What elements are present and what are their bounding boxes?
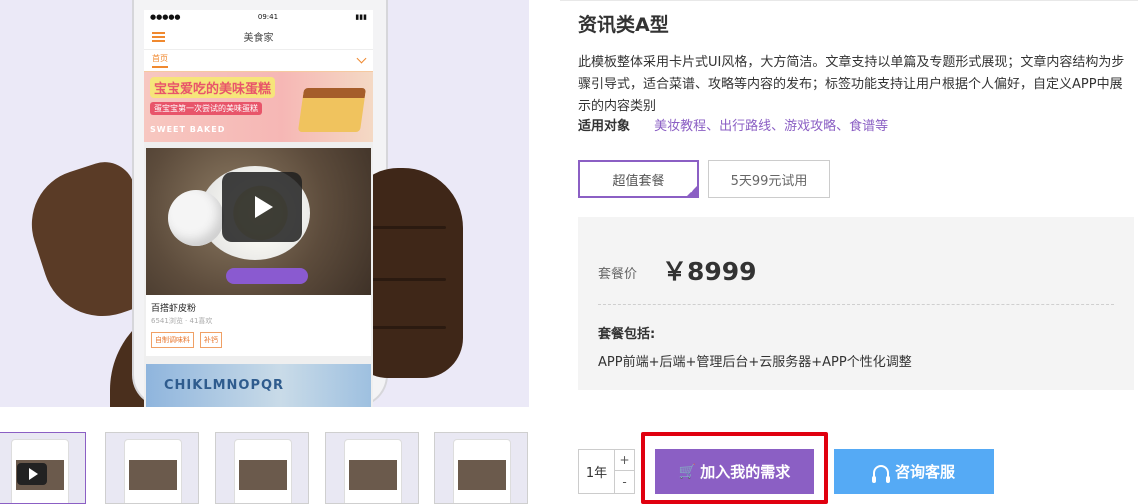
video-thumbnail (146, 148, 371, 295)
headset-icon (871, 464, 890, 483)
card-tag: 自制调味料 (151, 332, 194, 348)
price-value: ￥8999 (662, 257, 757, 286)
applies-value: 美妆教程、出行路线、游戏攻略、食谱等 (654, 119, 889, 134)
card-meta: 6541浏览 · 41喜欢 (151, 317, 213, 325)
thumbnail-image (344, 439, 402, 503)
menu-icon (152, 32, 165, 42)
applies-label: 适用对象 (578, 119, 631, 134)
card-title: 百搭虾皮粉 (151, 304, 197, 314)
product-title: 资讯类A型 (578, 14, 669, 36)
price-panel: 套餐价 ￥8999 套餐包括: APP前端+后端+管理后台+云服务器+APP个性… (578, 217, 1134, 390)
package-option-trial[interactable]: 5天99元试用 (708, 160, 830, 198)
cake-image (297, 88, 367, 132)
thumbnail[interactable] (105, 432, 199, 504)
divider (560, 0, 1138, 1)
add-button-label: 加入我的需求 (700, 463, 791, 481)
thumbnail[interactable] (325, 432, 419, 504)
package-option-label: 5天99元试用 (730, 173, 808, 189)
page: ●●●●● 09:41 ▮▮▮ 美食家 首页 宝宝爱吃的美味蛋糕 蛋宝宝第一次尝… (0, 0, 1138, 504)
app-tab-bar: 首页 (144, 50, 373, 72)
battery-icon: ▮▮▮ (355, 13, 367, 21)
applies-row: 适用对象 美妆教程、出行路线、游戏攻略、食谱等 (578, 115, 888, 134)
feed-card: 百搭虾皮粉 6541浏览 · 41喜欢 自制调味料 补钙 (146, 148, 371, 356)
signal-icon: ●●●●● (150, 13, 181, 21)
play-icon (17, 463, 47, 485)
thumbnail[interactable] (215, 432, 309, 504)
banner-subtitle: 蛋宝宝第一次尝试的美味蛋糕 (150, 102, 262, 115)
feed-card-cereal: CHIKLMNOPQR (146, 364, 371, 407)
tab-home: 首页 (152, 53, 168, 68)
phone-screen: ●●●●● 09:41 ▮▮▮ 美食家 首页 宝宝爱吃的美味蛋糕 蛋宝宝第一次尝… (144, 10, 373, 407)
package-option-label: 超值套餐 (612, 173, 665, 189)
app-bar: 美食家 (144, 24, 373, 50)
includes-label: 套餐包括: (598, 327, 656, 342)
includes-value: APP前端+后端+管理后台+云服务器+APP个性化调整 (598, 355, 912, 370)
play-icon (222, 172, 302, 242)
quantity-increase-button[interactable]: + (615, 450, 634, 471)
thumbnail-image (124, 439, 182, 503)
status-time: 09:41 (257, 13, 279, 21)
check-icon: ✓ (689, 186, 696, 195)
thumbnail-strip (0, 432, 540, 504)
thumbnail-image (234, 439, 292, 503)
banner-brand: SWEET BAKED (150, 125, 226, 134)
consult-button-label: 咨询客服 (894, 463, 955, 481)
product-description: 此模板整体采用卡片式UI风格，大方简洁。文章支持以单篇及专题形式展现；文章内容结… (578, 55, 1125, 114)
product-hero-image: ●●●●● 09:41 ▮▮▮ 美食家 首页 宝宝爱吃的美味蛋糕 蛋宝宝第一次尝… (0, 0, 529, 407)
quantity-stepper: 1年 + - (578, 449, 635, 494)
add-to-requirements-button[interactable]: 🛒 加入我的需求 (655, 449, 814, 494)
pot-image (168, 190, 224, 246)
cake-banner: 宝宝爱吃的美味蛋糕 蛋宝宝第一次尝试的美味蛋糕 SWEET BAKED (144, 72, 373, 142)
chevron-down-icon (356, 53, 367, 64)
consult-support-button[interactable]: 咨询客服 (834, 449, 994, 494)
quantity-decrease-button[interactable]: - (615, 471, 634, 492)
card-tags: 自制调味料 补钙 (146, 332, 371, 356)
app-title: 美食家 (243, 33, 274, 44)
thumbnail[interactable] (434, 432, 528, 504)
banner-title: 宝宝爱吃的美味蛋糕 (150, 77, 276, 98)
price-label: 套餐价 (598, 267, 638, 282)
spoon-image (226, 268, 308, 284)
package-option-value[interactable]: 超值套餐 ✓ (578, 160, 699, 198)
cart-icon: 🛒 (678, 463, 697, 480)
thumbnail-image (453, 439, 511, 503)
thumbnail[interactable] (0, 432, 86, 504)
divider (598, 304, 1114, 305)
card-tag: 补钙 (200, 332, 222, 348)
status-bar: ●●●●● 09:41 ▮▮▮ (144, 10, 373, 24)
quantity-input[interactable]: 1年 (579, 450, 615, 493)
